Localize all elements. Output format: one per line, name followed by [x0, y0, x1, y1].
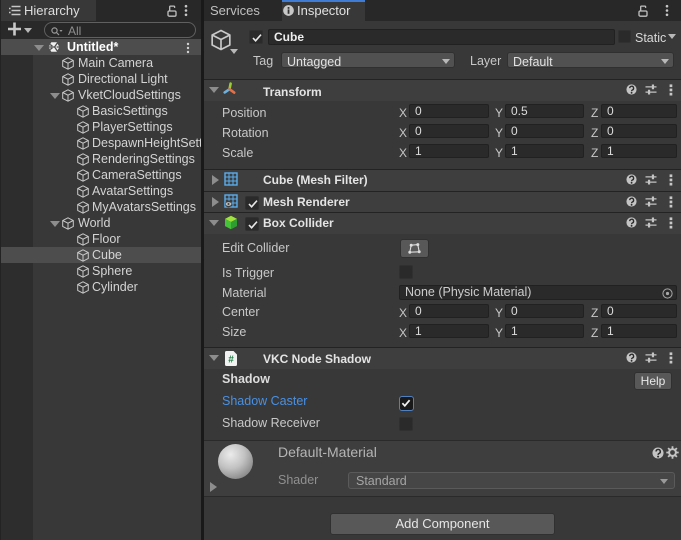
svg-text:#: # — [228, 355, 234, 366]
